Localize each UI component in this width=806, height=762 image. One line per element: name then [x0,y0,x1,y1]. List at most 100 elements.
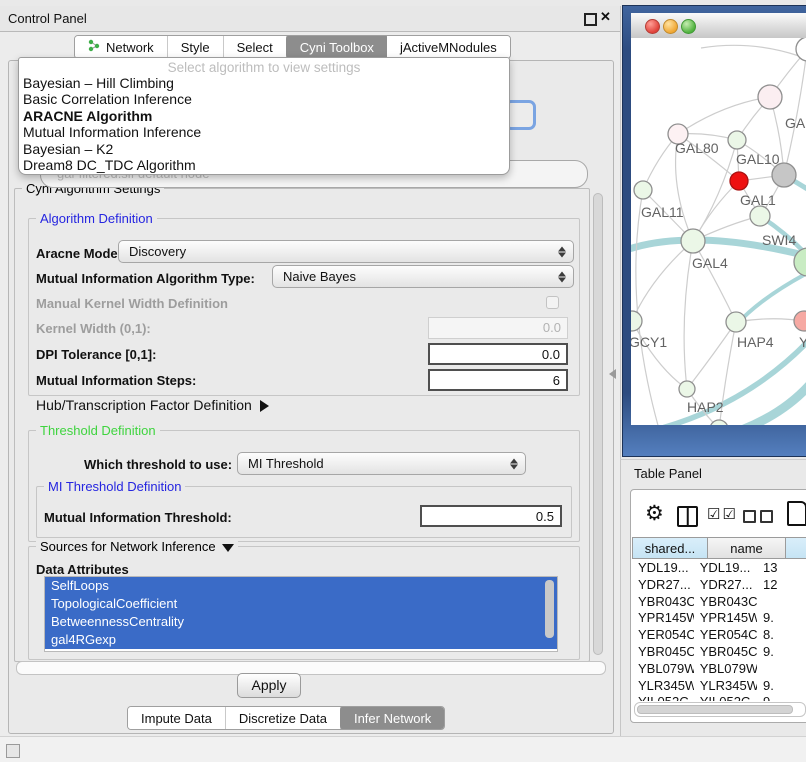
node-bottom[interactable] [710,420,728,425]
tab-network[interactable]: Network [75,36,168,58]
network-edge [701,45,799,56]
corner-grip-icon[interactable] [6,744,20,758]
scrollbar-thumb[interactable] [593,193,603,655]
apply-button[interactable]: Apply [237,673,301,698]
hub-definition-expander[interactable]: Hub/Transcription Factor Definition [36,397,269,413]
table-column-header[interactable]: name [708,537,786,559]
unselect-checkbox-icon[interactable] [743,510,756,523]
document-icon[interactable] [787,501,806,526]
table-row[interactable]: YDL19...YDL19...13 [632,560,806,577]
settings-horizontal-scrollbar[interactable] [16,661,606,675]
tab-impute-data[interactable]: Impute Data [128,707,226,729]
node-GAL4[interactable] [681,229,705,253]
mi-type-combo[interactable]: Naive Bayes [272,265,574,288]
table-row[interactable]: YDR27...YDR27...12 [632,577,806,594]
table-cell: YIL052C [632,694,694,701]
table-cell: YPR145W [632,610,694,627]
table-row[interactable]: YER054CYER054C8. [632,627,806,644]
aracne-mode-label: Aracne Mode: [36,246,122,261]
select-all-checkboxes-icon[interactable]: ☑☑ [707,505,738,523]
control-panel-tabs: Network Style Select Cyni Toolbox jActiv… [74,35,511,59]
table-cell: YDR27... [632,577,694,594]
algorithm-option[interactable]: Dream8 DC_TDC Algorithm [19,157,509,173]
table-row[interactable]: YBR043CYBR043C [632,594,806,611]
control-panel-titlebar [0,6,620,32]
close-traffic-light-icon[interactable] [645,19,660,34]
tab-discretize-data[interactable]: Discretize Data [226,707,341,729]
algorithm-option[interactable]: Bayesian – K2 [19,141,509,157]
zoom-traffic-light-icon[interactable] [681,19,696,34]
node-label-GAL10: GAL10 [736,151,780,167]
collapse-arrow-icon [222,544,234,552]
table-rows: YDL19...YDL19...13YDR27...YDR27...12YBR0… [632,560,806,701]
table-row[interactable]: YLR345WYLR345W9. [632,678,806,695]
aracne-mode-combo[interactable]: Discovery [118,240,574,263]
tab-select[interactable]: Select [224,36,287,58]
table-cell: YBR043C [694,594,757,611]
table-column-header[interactable]: shared... [632,537,708,559]
settings-vertical-scrollbar[interactable] [592,190,605,660]
which-threshold-combo[interactable]: MI Threshold [237,452,526,475]
sources-legend[interactable]: Sources for Network Inference [36,539,238,554]
dpi-tolerance-field[interactable]: 0.0 [428,343,568,365]
node-HAP4[interactable] [726,312,746,332]
attribute-list-item[interactable]: BetweennessCentrality [45,613,557,631]
algorithm-option[interactable]: Bayesian – Hill Climbing [19,75,509,91]
attribute-list-item[interactable]: gal4RGexp [45,631,557,649]
combo-arrows-icon [510,458,518,469]
algorithm-option[interactable]: ARACNE Algorithm [19,108,509,124]
node-salmon[interactable] [794,311,806,331]
table-horizontal-scrollbar[interactable] [634,702,806,717]
tab-style[interactable]: Style [168,36,224,58]
manual-kernel-checkbox[interactable] [546,296,559,309]
scrollbar-thumb[interactable] [637,705,793,714]
algorithm-dropdown-list: Bayesian – Hill ClimbingBasic Correlatio… [19,75,509,173]
node-label-HAP2: HAP2 [687,399,724,415]
attribute-list-item[interactable]: TopologicalCoefficient [45,595,557,613]
node-label-GAL4: GAL4 [692,255,728,271]
manual-kernel-label: Manual Kernel Width Definition [36,296,228,311]
gear-icon[interactable]: ⚙ [645,501,664,526]
node-GCY1[interactable] [631,311,642,331]
mi-steps-field[interactable]: 6 [428,369,568,391]
table-row[interactable]: YIL052CYIL052C9 [632,694,806,701]
table-cell: YBR043C [632,594,694,611]
splitter-collapse-icon[interactable] [609,369,616,379]
network-tab-icon [88,39,101,55]
node-GAL10[interactable] [728,131,746,149]
mi-threshold-field[interactable]: 0.5 [420,505,562,527]
attribute-list-item[interactable]: SelfLoops [45,577,557,595]
tab-cyni-toolbox[interactable]: Cyni Toolbox [286,35,388,59]
table-row[interactable]: YPR145WYPR145W9. [632,610,806,627]
node-outline-top[interactable] [796,38,806,61]
node-HAP2[interactable] [679,381,695,397]
node-pink[interactable] [758,85,782,109]
network-window-titlebar[interactable] [631,13,806,39]
minimize-traffic-light-icon[interactable] [663,19,678,34]
network-canvas-svg: GALGAL80GAL10GAL1GAL11SWI4GAL4GCY1HAP4YH… [631,38,806,425]
close-icon[interactable]: ✕ [600,9,611,25]
table-row[interactable]: YBL079WYBL079W [632,661,806,678]
kernel-width-field[interactable]: 0.0 [428,317,568,339]
tab-jactivemnodules[interactable]: jActiveMNodules [387,36,510,58]
node-label-SWI4: SWI4 [762,232,796,248]
network-edge [678,97,770,134]
data-attributes-list[interactable]: SelfLoopsTopologicalCoefficientBetweenne… [44,576,558,652]
float-window-icon[interactable] [584,13,597,26]
attributes-list-scrollbar[interactable] [545,580,554,638]
which-threshold-label: Which threshold to use: [84,457,232,472]
tab-infer-network[interactable]: Infer Network [340,706,445,730]
table-row[interactable]: YBR045CYBR045C9. [632,644,806,661]
algorithm-option[interactable]: Basic Correlation Inference [19,91,509,107]
node-GAL11[interactable] [634,181,652,199]
unselect-checkbox-icon[interactable] [760,510,773,523]
columns-icon[interactable] [677,506,698,527]
table-cell: YBR045C [694,644,757,661]
node-GAL1[interactable] [730,172,748,190]
combo-arrows-icon [558,271,566,282]
algorithm-option[interactable]: Mutual Information Inference [19,124,509,140]
node-mid-green[interactable] [750,206,770,226]
combo-arrows-icon [558,246,566,257]
table-column-header[interactable] [786,537,806,559]
network-canvas[interactable]: GALGAL80GAL10GAL1GAL11SWI4GAL4GCY1HAP4YH… [631,38,806,425]
